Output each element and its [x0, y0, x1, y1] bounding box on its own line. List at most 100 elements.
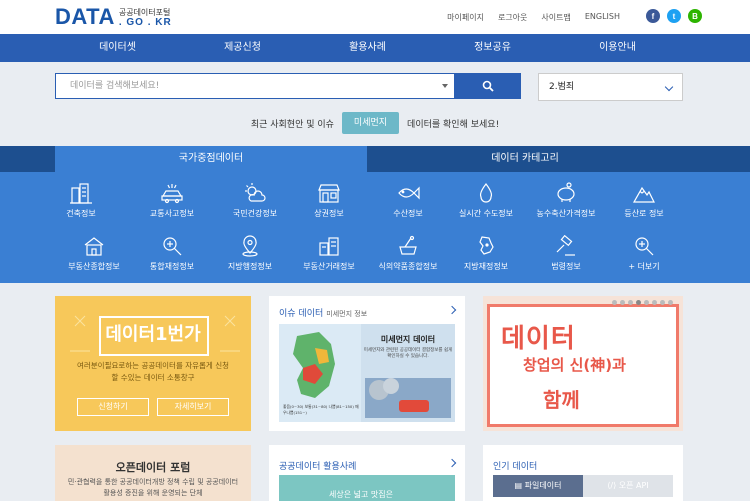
category-label: 통합재정정보	[149, 262, 195, 271]
search-dropdown-caret-icon[interactable]	[442, 84, 448, 88]
fine-dust-banner[interactable]: 미세먼지 데이터 미세먼지와 관련된 공공데이터 결합정보를 쉽게 확인하실 수…	[279, 324, 455, 422]
dust-legend: 좋음(0~30) 보통(31~80) 나쁨(81~150) 매우나쁨(151~)	[283, 404, 359, 416]
nav-request[interactable]: 제공신청	[180, 34, 305, 62]
card-description: 민·관협력을 통한 공공데이터개방 정책 수립 및 공공데이터 활용성 증진을 …	[67, 478, 239, 497]
search-icon	[482, 80, 494, 92]
sitemap-link[interactable]: 사이트맵	[541, 12, 570, 23]
card-title: 공공데이터 활용사례	[279, 462, 357, 472]
category-panel: 건축정보 교통사고정보 국민건강정보 상권정보 수산정보 실시간 수도정보 농수…	[0, 172, 750, 283]
category-label: 교통사고정보	[149, 209, 195, 218]
search-button[interactable]	[454, 73, 521, 99]
code-icon: ⟨/⟩	[607, 481, 619, 490]
map-pin-icon	[242, 235, 258, 257]
details-button[interactable]: 자세히보기	[157, 398, 229, 416]
category-item-shop[interactable]: 상권정보	[288, 182, 370, 219]
logo-main-text: DATA	[55, 4, 115, 29]
tab-open-api[interactable]: ⟨/⟩ 오픈 API	[583, 475, 673, 497]
issue-data-card: 이슈 데이터 미세먼지 정보 미세먼지 데이터 미세먼지와 관련된 공공데이터 결…	[269, 296, 465, 431]
usage-case-banner-text: 세상은 넓고 맛집은	[329, 490, 393, 499]
category-label: 농수축산가격정보	[536, 209, 596, 218]
fish-icon	[398, 186, 420, 200]
card-title: 인기 데이터	[493, 462, 538, 472]
more-search-icon	[635, 237, 654, 256]
category-label: 상권정보	[314, 209, 344, 218]
category-label: 식의약품종합정보	[378, 262, 438, 271]
category-item-agri-price[interactable]: 농수축산가격정보	[525, 182, 607, 219]
usage-case-card: 공공데이터 활용사례 세상은 넓고 맛집은	[269, 445, 465, 501]
category-label: + 더보기	[628, 262, 660, 271]
data-first-street-card: 데이터1번가 여러분이필요로하는 공공데이터를 자유롭게 신청할 수있는 데이터…	[55, 296, 251, 431]
open-data-forum-card[interactable]: 오픈데이터 포럼 민·관협력을 통한 공공데이터개방 정책 수립 및 공공데이터…	[55, 445, 251, 501]
category-item-traffic-accident[interactable]: 교통사고정보	[131, 182, 213, 219]
logout-link[interactable]: 로그아웃	[498, 12, 527, 23]
category-item-law[interactable]: 법령정보	[525, 235, 607, 272]
nav-usecase[interactable]: 활용사례	[305, 34, 430, 62]
category-label: 지방행정정보	[227, 262, 273, 271]
chevron-right-icon[interactable]	[447, 458, 457, 468]
category-label: 부동산종합정보	[68, 262, 120, 271]
chevron-right-icon[interactable]	[447, 305, 457, 315]
file-icon: ▤	[514, 481, 525, 490]
nav-dataset[interactable]: 데이터셋	[55, 34, 180, 62]
issue-prefix: 최근 사회현안 및 이슈	[250, 119, 334, 130]
tab-label: 파일데이터	[524, 481, 562, 490]
issue-suffix: 데이터를 확인해 보세요!	[407, 119, 500, 130]
site-logo[interactable]: DATA 공공데이터포털 . GO . KR	[55, 6, 172, 28]
tab-national-key-data[interactable]: 국가중점데이터	[55, 146, 367, 172]
category-select[interactable]: 2.범죄	[538, 73, 683, 101]
blog-icon[interactable]: B	[688, 9, 702, 23]
mypage-link[interactable]: 마이페이지	[447, 12, 484, 23]
category-item-hiking[interactable]: 등산로 정보	[603, 182, 685, 219]
category-item-health[interactable]: 국민건강정보	[214, 182, 296, 219]
nav-guide[interactable]: 이용안내	[555, 34, 680, 62]
category-item-building[interactable]: 건축정보	[40, 182, 122, 219]
category-select-value: 2.범죄	[549, 82, 575, 92]
category-label: 등산로 정보	[624, 209, 664, 218]
category-item-food-drug[interactable]: 식의약품종합정보	[367, 235, 449, 272]
issue-keyword-button[interactable]: 미세먼지	[341, 112, 400, 134]
category-item-integrated-finance[interactable]: 통합재정정보	[131, 235, 213, 272]
mountain-icon	[632, 186, 655, 203]
english-link[interactable]: ENGLISH	[585, 12, 620, 23]
category-item-water[interactable]: 실시간 수도정보	[445, 182, 527, 219]
category-label: 부동산거래정보	[303, 262, 355, 271]
panel-title: 미세먼지 데이터	[380, 335, 436, 344]
category-label: 수산정보	[393, 209, 423, 218]
piggy-bank-icon	[557, 182, 575, 202]
startup-banner-card[interactable]: 데이터 창업의 신(神)과 함께	[483, 296, 683, 431]
facebook-icon[interactable]: f	[646, 9, 660, 23]
category-item-real-estate-info[interactable]: 부동산종합정보	[53, 235, 135, 272]
tab-file-data[interactable]: ▤ 파일데이터	[493, 475, 583, 497]
banner-line-3: 함께	[543, 388, 580, 412]
category-label: 법령정보	[551, 262, 581, 271]
traffic-accident-icon	[161, 184, 183, 204]
category-item-local-finance[interactable]: 지방재정정보	[445, 235, 527, 272]
logo-domain-text: . GO . KR	[118, 17, 172, 28]
weather-health-icon	[245, 183, 266, 202]
finance-search-icon	[163, 237, 182, 256]
water-drop-icon	[479, 183, 493, 203]
category-tabs: 국가중점데이터 데이터 카테고리	[0, 146, 750, 172]
issue-data-title: 이슈 데이터	[279, 309, 324, 319]
category-label: 실시간 수도정보	[458, 209, 514, 218]
utility-links: 마이페이지 로그아웃 사이트맵 ENGLISH	[447, 12, 620, 23]
card-title: 데이터1번가	[105, 324, 201, 345]
slide-indicator[interactable]	[612, 300, 673, 305]
category-item-more[interactable]: + 더보기	[603, 235, 685, 272]
panel-description: 미세먼지와 관련된 공공데이터 결합정보를 쉽게 확인하실 수 있습니다.	[363, 348, 453, 359]
category-item-fishery[interactable]: 수산정보	[367, 182, 449, 219]
twitter-icon[interactable]: t	[667, 9, 681, 23]
banner-line-2: 창업의 신(神)과	[523, 356, 626, 374]
category-item-local-admin[interactable]: 지방행정정보	[209, 235, 291, 272]
nav-share[interactable]: 정보공유	[430, 34, 555, 62]
legend-normal: 보통(31~80)	[304, 404, 328, 409]
tab-data-category[interactable]: 데이터 카테고리	[367, 146, 683, 172]
sns-links: f t B	[646, 9, 702, 23]
category-label: 국민건강정보	[232, 209, 278, 218]
search-input[interactable]	[56, 74, 454, 98]
category-item-real-estate-trade[interactable]: 부동산거래정보	[288, 235, 370, 272]
apply-button[interactable]: 신청하기	[77, 398, 149, 416]
gavel-icon	[556, 235, 575, 256]
banner-line-1: 데이터	[501, 324, 576, 354]
issue-data-subtitle: 미세먼지 정보	[326, 310, 368, 318]
